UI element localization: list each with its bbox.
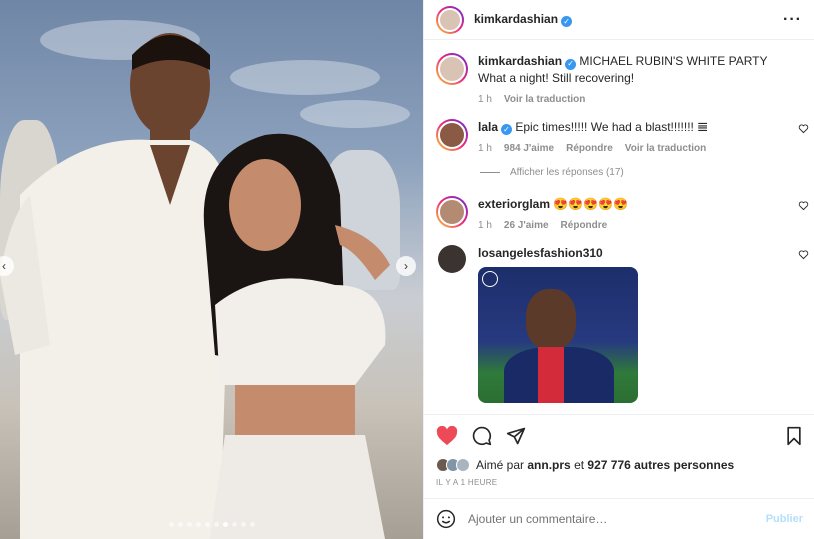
- verified-badge-icon: ✓: [501, 124, 513, 135]
- carousel-dot: [204, 522, 210, 527]
- post-image[interactable]: ‹ ›: [0, 0, 423, 539]
- emoji-icon[interactable]: [436, 509, 456, 529]
- caption-translate-link[interactable]: Voir la traduction: [504, 94, 586, 105]
- comment-item: losangelesfashion310: [424, 245, 814, 403]
- liker-username[interactable]: ann.prs: [527, 458, 570, 472]
- comment-avatar[interactable]: [436, 118, 468, 151]
- caption-time: 1 h: [478, 93, 492, 105]
- view-replies-button[interactable]: Afficher les réponses (17): [480, 167, 814, 178]
- post-header: kimkardashian ✓ ···: [424, 0, 814, 40]
- gif-person-head: [526, 289, 576, 349]
- team-logo-icon: [482, 271, 498, 287]
- reply-button[interactable]: Répondre: [561, 220, 608, 231]
- like-comment-heart-icon[interactable]: [798, 249, 809, 260]
- add-comment-bar: Publier: [424, 498, 814, 539]
- comment-likes[interactable]: 26 J'aime: [504, 220, 549, 231]
- author-username[interactable]: kimkardashian: [474, 12, 558, 26]
- verified-badge-icon: ✓: [565, 58, 577, 70]
- liked-by-middle: et: [574, 458, 585, 472]
- liker-avatar: [456, 458, 470, 472]
- comment-username[interactable]: losangelesfashion310: [478, 246, 603, 260]
- publish-button[interactable]: Publier: [766, 513, 803, 525]
- comment-gif[interactable]: [478, 267, 638, 403]
- carousel-dot: [195, 522, 201, 527]
- like-comment-heart-icon[interactable]: [798, 200, 809, 211]
- comments-list[interactable]: kimkardashian ✓ MICHAEL RUBIN'S WHITE PAR…: [424, 41, 814, 414]
- comment-item: lala ✓ Epic times!!!!! We had a blast!!!!…: [424, 118, 814, 154]
- post-timestamp[interactable]: IL Y A 1 HEURE: [436, 478, 803, 487]
- share-icon[interactable]: [506, 426, 526, 446]
- author-username-link[interactable]: kimkardashian ✓: [474, 12, 573, 27]
- bookmark-icon[interactable]: [785, 426, 803, 446]
- comment-icon[interactable]: [472, 426, 492, 446]
- next-slide-button[interactable]: ›: [396, 256, 416, 276]
- replies-divider: [480, 172, 500, 173]
- translate-link[interactable]: Voir la traduction: [625, 143, 707, 154]
- carousel-dot: [249, 522, 255, 527]
- post-actions: Aimé par ann.prs et 927 776 autres perso…: [424, 414, 814, 487]
- carousel-dot: [222, 522, 228, 527]
- comment-text: 😍😍😍😍😍: [553, 197, 629, 211]
- comment-username[interactable]: lala: [478, 120, 498, 134]
- comment-input[interactable]: [468, 512, 766, 526]
- carousel-dot: [186, 522, 192, 527]
- comment-likes[interactable]: 984 J'aime: [504, 143, 554, 154]
- view-replies-label[interactable]: Afficher les réponses (17): [510, 167, 624, 178]
- reply-button[interactable]: Répondre: [566, 143, 613, 154]
- author-avatar[interactable]: [436, 5, 464, 34]
- comment-avatar[interactable]: [438, 245, 466, 273]
- carousel-dot: [213, 522, 219, 527]
- person-right: [203, 133, 390, 539]
- carousel-dot: [168, 522, 174, 527]
- liker-avatars: [436, 458, 470, 472]
- verified-badge-icon: ✓: [561, 16, 573, 27]
- like-comment-heart-icon[interactable]: [798, 123, 809, 134]
- gif-shirt-stripe: [538, 347, 564, 403]
- comment-username[interactable]: exteriorglam: [478, 197, 550, 211]
- post-details-panel: kimkardashian ✓ ··· kimkardashian ✓ MICHAE…: [423, 0, 814, 539]
- chevron-left-icon: ‹: [2, 259, 6, 273]
- comment-item: exteriorglam 😍😍😍😍😍 1 h 26 J'aime Répondr…: [424, 196, 814, 231]
- comment-avatar[interactable]: [436, 196, 468, 228]
- carousel-dot: [231, 522, 237, 527]
- comment-time: 1 h: [478, 143, 492, 154]
- more-options-icon[interactable]: ···: [783, 11, 802, 29]
- sky-cloud: [230, 60, 380, 95]
- likes-count[interactable]: 927 776 autres personnes: [587, 458, 734, 472]
- like-heart-icon[interactable]: [436, 426, 458, 446]
- caption-username[interactable]: kimkardashian: [478, 54, 562, 68]
- carousel-dot: [240, 522, 246, 527]
- comment-time: 1 h: [478, 220, 492, 231]
- carousel-indicator: [0, 522, 423, 527]
- liked-by-prefix: Aimé par: [476, 458, 525, 472]
- caption-avatar[interactable]: [436, 53, 468, 85]
- chevron-right-icon: ›: [404, 259, 408, 273]
- carousel-dot: [177, 522, 183, 527]
- comment-text: Epic times!!!!! We had a blast!!!!!!! 𝌆: [515, 119, 708, 134]
- likes-summary[interactable]: Aimé par ann.prs et 927 776 autres perso…: [436, 458, 803, 472]
- caption: kimkardashian ✓ MICHAEL RUBIN'S WHITE PAR…: [424, 53, 814, 105]
